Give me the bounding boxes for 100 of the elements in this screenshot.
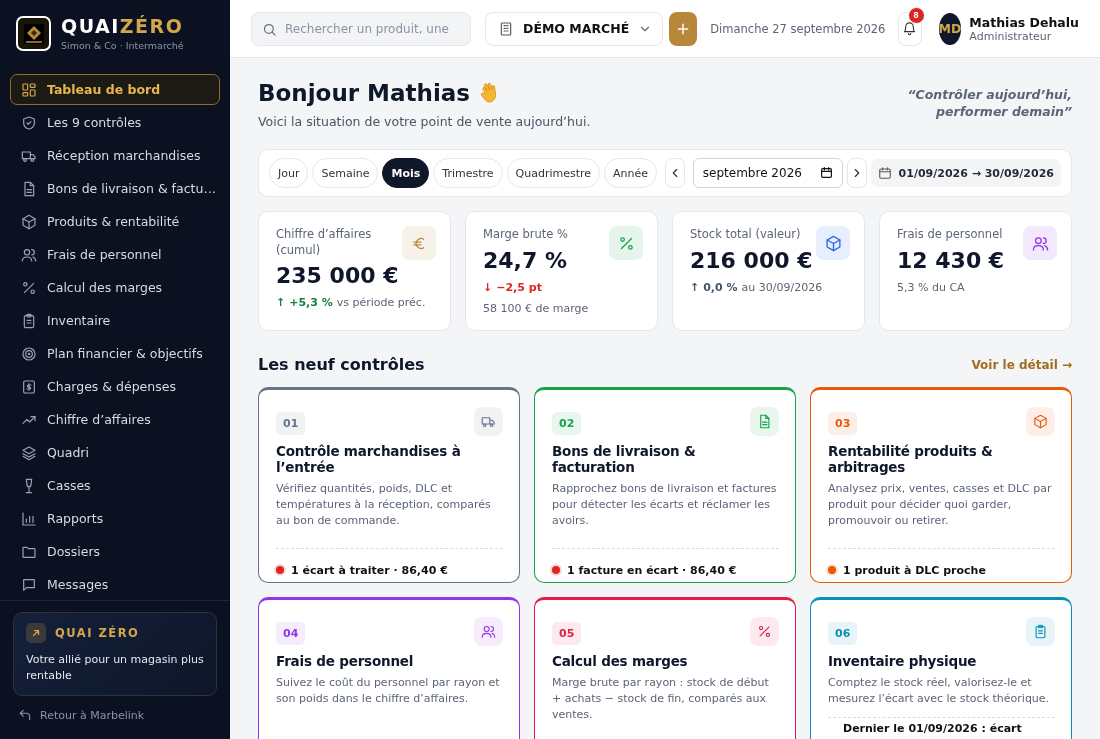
card-description: Rapprochez bons de livraison et factures pour détecter les écarts et réclamer les avoirs.	[552, 481, 778, 530]
sidebar-item[interactable]: Frais de personnel	[10, 239, 220, 270]
percent-icon	[617, 234, 635, 252]
user-role: Administrateur	[969, 29, 1053, 43]
kpi-delta: 0,0 %	[703, 280, 738, 294]
search-field[interactable]: Rechercher un produit, une	[251, 11, 471, 46]
period-tab[interactable]: Jour	[269, 158, 309, 188]
back-link[interactable]: Retour à Marbelink	[18, 708, 212, 722]
period-tab[interactable]: Trimestre	[433, 158, 503, 188]
truck-icon	[481, 414, 496, 429]
sidebar-item[interactable]: Quadri	[10, 437, 220, 468]
control-card[interactable]: 05 Calcul des marges Marge brute par rayon : stock de début + achats − stock de fin, comparés aux ventes.	[534, 597, 796, 739]
building-icon	[498, 20, 514, 37]
package-icon	[1033, 414, 1048, 429]
card-title: Calcul des marges	[552, 653, 689, 670]
sidebar-item[interactable]: Chiffre d’affaires	[10, 404, 220, 435]
promo-text: Votre allié pour un magasin plus rentable	[26, 652, 204, 683]
bar-chart-icon	[21, 510, 37, 527]
control-card[interactable]: 03 Rentabilité produits & arbitrages Analysez prix, ventes, casses et DLC par produit pour décider quoi garder, promouvoir ou retirer. 1 produit à DLC proche	[810, 387, 1072, 583]
current-date: Dimanche 27 septembre 2026	[710, 21, 886, 36]
sidebar-item[interactable]: Inventaire	[10, 305, 220, 336]
card-number: 03	[828, 412, 858, 435]
kpi-delta-note: vs période préc.	[336, 296, 426, 310]
detail-link[interactable]: Voir le détail →	[971, 357, 1072, 372]
period-tab[interactable]: Année	[604, 158, 658, 188]
kpi-delta-note: au 30/09/2026	[741, 280, 823, 294]
calendar-icon	[819, 166, 833, 179]
notification-badge: 8	[907, 6, 925, 24]
next-button[interactable]	[846, 158, 867, 188]
sidebar-item[interactable]: Messages	[10, 569, 220, 600]
card-description: Analysez prix, ventes, casses et DLC par produit pour décider quoi garder, promouvoir ou retirer.	[828, 481, 1053, 530]
kpi-label: Chiffre d’affaires (cumul)	[276, 227, 373, 259]
add-button[interactable]	[669, 11, 698, 46]
card-number: 02	[552, 412, 582, 435]
sidebar-item[interactable]: Dossiers	[10, 536, 220, 567]
card-title: Frais de personnel	[276, 653, 415, 670]
dashboard-icon	[21, 81, 37, 98]
previous-button[interactable]	[665, 158, 685, 188]
section-title: Les neuf contrôles	[258, 355, 425, 374]
card-number: 06	[828, 622, 858, 645]
store-selector[interactable]: DÉMO MARCHÉ	[485, 11, 664, 46]
kpi-value: 24,7 %	[483, 247, 568, 273]
sidebar-item[interactable]: Réception marchandises	[10, 140, 220, 171]
card-status: 1 produit à DLC proche	[843, 563, 986, 577]
kpi-note: 58 100 € de marge	[483, 301, 590, 315]
bell-icon	[902, 21, 918, 36]
document-icon	[21, 180, 37, 197]
sidebar-item[interactable]: Casses	[10, 470, 220, 501]
clipboard-icon	[1033, 624, 1048, 639]
arrow-icon: ↑	[690, 280, 700, 294]
promo-title: QUAI ZÉRO	[55, 626, 140, 641]
logo-icon	[16, 16, 51, 51]
sidebar-item[interactable]: Les 9 contrôles	[10, 107, 220, 138]
receipt-icon	[21, 378, 37, 395]
users-icon	[1031, 234, 1049, 252]
brand-name: QUAIZÉRO	[61, 16, 184, 36]
kpi-note: 5,3 % du CA	[897, 280, 966, 294]
arrow-icon: ↑	[276, 296, 286, 310]
card-title: Bons de livraison & facturation	[552, 443, 697, 476]
kpi-delta: +5,3 %	[289, 296, 333, 310]
arrow-icon: ↓	[483, 280, 493, 294]
control-card[interactable]: 01 Contrôle marchandises à l’entrée Vérifiez quantités, poids, DLC et températures à la réception, comparés au bon de commande. 1 écart à traiter · 86,40 €	[258, 387, 520, 583]
sidebar-item[interactable]: Calcul des marges	[10, 272, 220, 303]
sidebar-item[interactable]: Produits & rentabilité	[10, 206, 220, 237]
control-card[interactable]: 02 Bons de livraison & facturation Rapprochez bons de livraison et factures pour détecter les écarts et réclamer les avoirs. 1 facture en écart · 86,40 €	[534, 387, 796, 583]
period-tab[interactable]: Mois	[382, 158, 430, 188]
user-name: Mathias Dehalu	[969, 14, 1079, 30]
message-icon	[21, 576, 37, 593]
percent-icon	[21, 279, 37, 296]
package-icon	[21, 213, 37, 230]
control-card[interactable]: 04 Frais de personnel Suivez le coût du personnel par rayon et son poids dans le chiffre d’affaires.	[258, 597, 520, 739]
card-description: Marge brute par rayon : stock de début + achats − stock de fin, comparés aux ventes.	[552, 675, 770, 724]
shield-icon	[21, 114, 37, 131]
card-description: Suivez le coût du personnel par rayon et son poids dans le chiffre d’affaires.	[276, 675, 501, 708]
quote: “Contrôler aujourd’hui, performer demain”	[906, 87, 1072, 121]
kpi-label: Marge brute %	[483, 227, 569, 243]
user-avatar[interactable]: MD	[938, 12, 962, 45]
card-title: Rentabilité produits & arbitrages	[828, 443, 994, 476]
card-status: 1 écart à traiter · 86,40 €	[291, 563, 448, 577]
card-status: Dernier le 01/09/2026 : écart	[843, 722, 1022, 735]
month-field[interactable]: septembre 2026	[692, 158, 843, 188]
sidebar-item[interactable]: Plan financier & objectifs	[10, 338, 220, 369]
sidebar-item[interactable]: Charges & dépenses	[10, 371, 220, 402]
return-icon	[18, 708, 32, 722]
sidebar-item[interactable]: Rapports	[10, 503, 220, 534]
sidebar-item[interactable]: Tableau de bord	[10, 74, 220, 105]
kpi-label: Frais de personnel	[897, 227, 1004, 243]
period-tab[interactable]: Semaine	[312, 158, 379, 188]
clipboard-icon	[21, 312, 37, 329]
period-tab[interactable]: Quadrimestre	[506, 158, 601, 188]
card-title: Inventaire physique	[828, 653, 978, 670]
users-icon	[481, 624, 496, 639]
card-description: Vérifiez quantités, poids, DLC et températures à la réception, comparés au bon de commande.	[276, 481, 492, 530]
document-icon	[757, 414, 772, 429]
sidebar-item[interactable]: Bons de livraison & factu…	[10, 173, 220, 204]
greeting-subtitle: Voici la situation de votre point de vente aujourd’hui.	[258, 114, 591, 129]
kpi-value: 216 000 €	[690, 247, 814, 273]
control-card[interactable]: 06 Inventaire physique Comptez le stock réel, valorisez-le et mesurez l’écart avec le stock théorique. Dernier le 01/09/2026 : écart	[810, 597, 1072, 739]
brand-subtitle: Simon & Co · Intermarché	[61, 39, 184, 51]
kpi-label: Stock total (valeur)	[690, 227, 802, 243]
